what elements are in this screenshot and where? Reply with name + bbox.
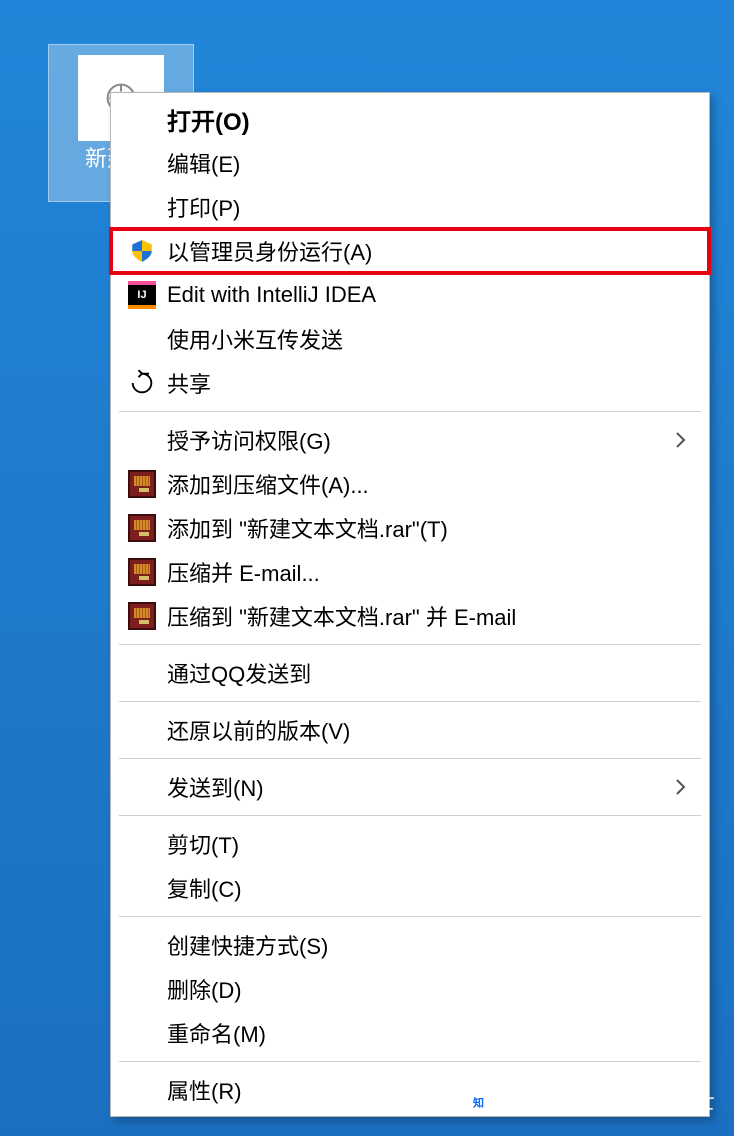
intellij-icon: IJ <box>121 281 163 309</box>
menu-separator <box>119 916 701 917</box>
menu-item-restore-previous[interactable]: 还原以前的版本(V) <box>111 708 709 752</box>
svg-text:知: 知 <box>472 1096 485 1110</box>
menu-item-grant-access[interactable]: 授予访问权限(G) <box>111 418 709 462</box>
menu-separator <box>119 701 701 702</box>
menu-item-run-as-admin[interactable]: 以管理员身份运行(A) <box>111 229 709 273</box>
menu-label-cut: 剪切(T) <box>163 828 691 860</box>
menu-item-xiaomi-transfer[interactable]: 使用小米互传发送 <box>111 317 709 361</box>
menu-separator <box>119 411 701 412</box>
menu-separator <box>119 815 701 816</box>
menu-separator <box>119 758 701 759</box>
menu-item-add-to-archive[interactable]: 添加到压缩文件(A)... <box>111 462 709 506</box>
menu-label-restore-previous: 还原以前的版本(V) <box>163 714 691 746</box>
menu-item-add-to-named-archive[interactable]: 添加到 "新建文本文档.rar"(T) <box>111 506 709 550</box>
chevron-right-icon <box>671 778 691 796</box>
menu-label-qq-send: 通过QQ发送到 <box>163 657 691 689</box>
winrar-icon <box>121 558 163 586</box>
menu-label-share: 共享 <box>163 367 691 399</box>
menu-item-send-to[interactable]: 发送到(N) <box>111 765 709 809</box>
share-icon <box>121 369 163 397</box>
menu-item-copy[interactable]: 复制(C) <box>111 866 709 910</box>
menu-item-compress-to-email[interactable]: 压缩到 "新建文本文档.rar" 并 E-mail <box>111 594 709 638</box>
menu-separator <box>119 644 701 645</box>
menu-label-add-to-archive: 添加到压缩文件(A)... <box>163 468 691 500</box>
menu-label-delete: 删除(D) <box>163 973 691 1005</box>
menu-label-copy: 复制(C) <box>163 872 691 904</box>
menu-separator <box>119 1061 701 1062</box>
context-menu: 打开(O) 编辑(E) 打印(P) 以管理员身份运行(A) IJ Edit wi… <box>110 92 710 1117</box>
menu-label-compress-email: 压缩并 E-mail... <box>163 556 691 588</box>
menu-item-qq-send[interactable]: 通过QQ发送到 <box>111 651 709 695</box>
menu-label-rename: 重命名(M) <box>163 1017 691 1049</box>
menu-item-compress-email[interactable]: 压缩并 E-mail... <box>111 550 709 594</box>
watermark-text: 知乎 @九磅十五便士 <box>502 1089 716 1114</box>
watermark: 知 知乎 @九磅十五便士 <box>468 1084 716 1116</box>
winrar-icon <box>121 602 163 630</box>
menu-label-grant-access: 授予访问权限(G) <box>163 424 671 456</box>
shield-icon <box>121 238 163 264</box>
winrar-icon <box>121 514 163 542</box>
menu-item-rename[interactable]: 重命名(M) <box>111 1011 709 1055</box>
menu-label-create-shortcut: 创建快捷方式(S) <box>163 929 691 961</box>
menu-item-edit-intellij[interactable]: IJ Edit with IntelliJ IDEA <box>111 273 709 317</box>
menu-item-edit[interactable]: 编辑(E) <box>111 141 709 185</box>
chevron-right-icon <box>671 431 691 449</box>
menu-label-print: 打印(P) <box>163 191 691 223</box>
menu-item-open[interactable]: 打开(O) <box>111 97 709 141</box>
menu-label-add-to-named: 添加到 "新建文本文档.rar"(T) <box>163 512 691 544</box>
menu-item-create-shortcut[interactable]: 创建快捷方式(S) <box>111 923 709 967</box>
menu-label-xiaomi-transfer: 使用小米互传发送 <box>163 323 691 355</box>
menu-label-open: 打开(O) <box>163 102 691 137</box>
menu-item-cut[interactable]: 剪切(T) <box>111 822 709 866</box>
menu-item-print[interactable]: 打印(P) <box>111 185 709 229</box>
menu-label-edit: 编辑(E) <box>163 147 691 179</box>
menu-label-edit-intellij: Edit with IntelliJ IDEA <box>163 282 691 308</box>
menu-label-send-to: 发送到(N) <box>163 771 671 803</box>
menu-label-run-as-admin: 以管理员身份运行(A) <box>163 235 691 267</box>
menu-label-compress-to-email: 压缩到 "新建文本文档.rar" 并 E-mail <box>163 600 691 632</box>
menu-item-share[interactable]: 共享 <box>111 361 709 405</box>
winrar-icon <box>121 470 163 498</box>
menu-item-delete[interactable]: 删除(D) <box>111 967 709 1011</box>
